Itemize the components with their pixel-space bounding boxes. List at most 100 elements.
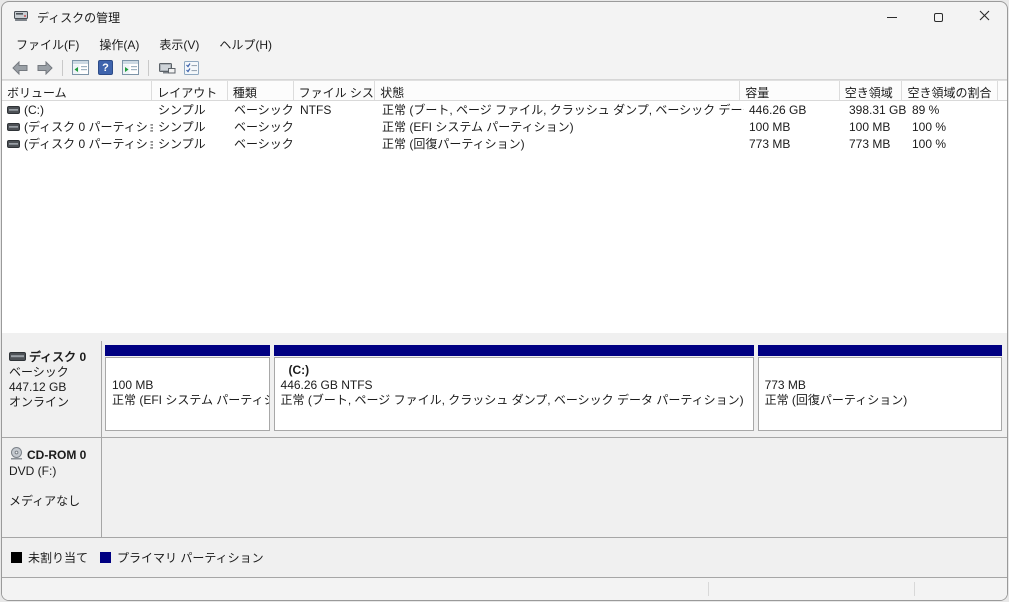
legend-label: プライマリ パーティション <box>117 551 264 565</box>
unallocated-swatch <box>11 552 22 563</box>
menu-bar: ファイル(F) 操作(A) 表示(V) ヘルプ(H) <box>2 32 1007 56</box>
cell-free-percent: 100 % <box>912 119 947 134</box>
partition-color-bar <box>757 345 1003 356</box>
minimize-button[interactable] <box>869 2 915 32</box>
volume-list: ボリューム レイアウト 種類 ファイル システム 状態 容量 空き領域 空き領域… <box>2 80 1007 333</box>
help-icon[interactable]: ? <box>94 58 117 78</box>
volume-name: (ディスク 0 パーティション 4) <box>24 137 153 151</box>
partition-size: 773 MB <box>764 378 806 392</box>
disk0-label-panel[interactable]: ディスク 0 ベーシック 447.12 GB オンライン <box>2 341 102 437</box>
popup-window-icon[interactable] <box>155 58 178 78</box>
status-bar-divider <box>914 582 915 596</box>
cdrom-media-status: メディアなし <box>9 494 81 508</box>
disk0-kind: ベーシック <box>9 365 69 379</box>
disk0-status: オンライン <box>9 395 70 409</box>
column-header-free[interactable]: 空き領域 <box>840 81 903 100</box>
column-header-type[interactable]: 種類 <box>228 81 294 100</box>
cell-free: 100 MB <box>849 119 891 134</box>
back-icon[interactable] <box>8 58 31 78</box>
disk0-row: ディスク 0 ベーシック 447.12 GB オンライン 100 MB 正常 (… <box>2 341 1007 438</box>
partition-name <box>112 363 265 378</box>
cell-status: 正常 (回復パーティション) <box>382 137 525 151</box>
column-header-status[interactable]: 状態 <box>375 81 741 100</box>
disk0-size: 447.12 GB <box>9 380 67 394</box>
cdrom-drive: DVD (F:) <box>9 464 57 478</box>
console-tree-icon[interactable] <box>69 58 92 78</box>
cell-status: 正常 (ブート, ページ ファイル, クラッシュ ダンプ, ベーシック データ … <box>382 103 744 117</box>
menu-view[interactable]: 表示(V) <box>149 33 209 56</box>
cdrom-empty-area <box>102 438 1007 537</box>
menu-file[interactable]: ファイル(F) <box>6 33 89 56</box>
legend-label: 未割り当て <box>28 551 89 565</box>
column-header-layout[interactable]: レイアウト <box>152 81 228 100</box>
volume-icon <box>7 137 20 151</box>
table-row[interactable]: (ディスク 0 パーティション 1) シンプル ベーシック 正常 (EFI シス… <box>2 118 1007 135</box>
legend-item-unallocated: 未割り当て <box>11 549 88 566</box>
column-header-free-percent[interactable]: 空き領域の割合 <box>902 81 999 100</box>
volume-name: (ディスク 0 パーティション 1) <box>24 120 153 134</box>
app-icon <box>13 8 29 27</box>
cell-capacity: 446.26 GB <box>749 102 807 117</box>
partition-recovery[interactable]: 773 MB 正常 (回復パーティション) <box>757 345 1003 431</box>
column-header-filler <box>998 81 1007 100</box>
partition-color-bar <box>105 345 270 356</box>
graphical-view: ディスク 0 ベーシック 447.12 GB オンライン 100 MB 正常 (… <box>2 333 1007 600</box>
table-row[interactable]: (ディスク 0 パーティション 4) シンプル ベーシック 正常 (回復パーティ… <box>2 135 1007 152</box>
toolbar-separator <box>148 59 149 76</box>
cell-layout: シンプル <box>158 120 206 134</box>
cell-type: ベーシック <box>234 103 294 117</box>
primary-partition-swatch <box>100 552 112 563</box>
status-bar <box>2 578 1007 600</box>
close-icon <box>979 10 990 24</box>
cell-free: 398.31 GB <box>849 102 907 117</box>
svg-text:?: ? <box>102 62 109 74</box>
partition-name <box>765 363 998 378</box>
volume-name: (C:) <box>24 102 44 117</box>
menu-action[interactable]: 操作(A) <box>89 33 149 56</box>
cell-status: 正常 (EFI システム パーティション) <box>382 120 574 134</box>
partition-size: 446.26 GB NTFS <box>280 378 373 392</box>
partition-efi[interactable]: 100 MB 正常 (EFI システム パーティション) <box>105 345 270 431</box>
cell-type: ベーシック <box>234 120 294 134</box>
legend-item-primary-partition: プライマリ パーティション <box>100 549 264 566</box>
cell-capacity: 100 MB <box>749 119 791 134</box>
window-title: ディスクの管理 <box>37 10 121 25</box>
cdrom-name: CD-ROM 0 <box>27 448 87 462</box>
disk-management-window: ディスクの管理 ファイル(F) 操作(A) 表示(V) ヘルプ(H) ? ボリュ… <box>1 1 1008 601</box>
maximize-icon <box>933 12 943 22</box>
volume-list-header: ボリューム レイアウト 種類 ファイル システム 状態 容量 空き領域 空き領域… <box>2 81 1007 101</box>
partition-name: (C:) <box>288 363 310 377</box>
cdrom-label-panel[interactable]: CD-ROM 0 DVD (F:) メディアなし <box>2 438 102 537</box>
cell-free-percent: 100 % <box>912 136 947 151</box>
maximize-button[interactable] <box>915 2 961 32</box>
partition-size: 100 MB <box>112 378 154 392</box>
action-pane-icon[interactable] <box>119 58 142 78</box>
close-button[interactable] <box>961 2 1007 32</box>
cell-capacity: 773 MB <box>749 136 791 151</box>
menu-help[interactable]: ヘルプ(H) <box>209 33 282 56</box>
column-header-filesystem[interactable]: ファイル システム <box>294 81 376 100</box>
minimize-icon <box>887 16 897 18</box>
disk-icon <box>9 350 26 365</box>
cell-free-percent: 89 % <box>912 102 940 117</box>
partition-status: 正常 (ブート, ページ ファイル, クラッシュ ダンプ, ベーシック データ … <box>280 393 744 407</box>
forward-icon[interactable] <box>33 58 56 78</box>
partition-status: 正常 (回復パーティション) <box>764 393 908 407</box>
legend: 未割り当て プライマリ パーティション <box>2 538 1007 578</box>
partition-c[interactable]: (C:) 446.26 GB NTFS 正常 (ブート, ページ ファイル, ク… <box>273 345 754 431</box>
title-bar: ディスクの管理 <box>2 2 1007 32</box>
column-header-volume[interactable]: ボリューム <box>2 81 153 100</box>
cell-layout: シンプル <box>158 137 206 151</box>
toolbar: ? <box>2 56 1007 80</box>
properties-checklist-icon[interactable] <box>180 58 203 78</box>
partition-color-bar <box>273 345 754 356</box>
volume-icon <box>7 103 20 117</box>
cdrom-row: CD-ROM 0 DVD (F:) メディアなし <box>2 438 1007 538</box>
table-row[interactable]: (C:) シンプル ベーシック NTFS 正常 (ブート, ページ ファイル, … <box>2 101 1007 118</box>
partition-strip: 100 MB 正常 (EFI システム パーティション) (C:) 446.26… <box>102 341 1007 437</box>
cell-filesystem: NTFS <box>300 102 332 117</box>
status-bar-divider <box>708 582 709 596</box>
column-header-capacity[interactable]: 容量 <box>740 81 840 100</box>
cell-type: ベーシック <box>234 137 294 151</box>
cd-icon <box>9 447 24 464</box>
